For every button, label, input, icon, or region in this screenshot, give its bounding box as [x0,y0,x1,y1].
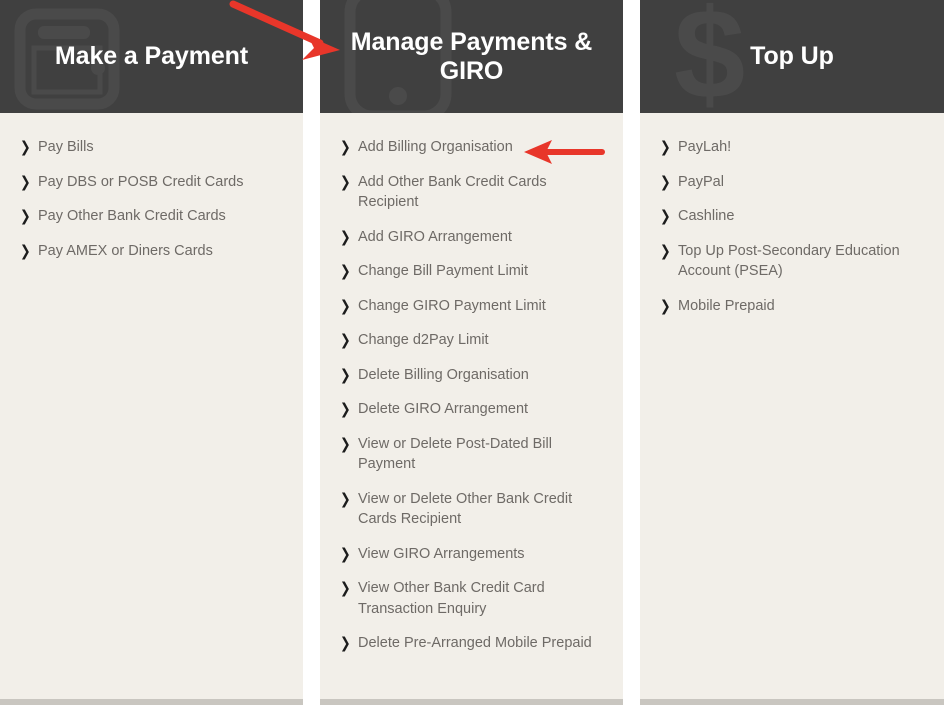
chevron-right-icon: ❯ [340,172,351,191]
list-item[interactable]: ❯ Add GIRO Arrangement [332,227,611,248]
list-item-label: Delete Pre-Arranged Mobile Prepaid [358,635,592,651]
list-item-label: Top Up Post-Secondary Education Account … [678,242,900,280]
chevron-right-icon: ❯ [660,296,671,315]
list-item[interactable]: ❯ Add Billing Organisation [332,137,611,158]
list-item-label: Cashline [678,208,735,224]
card-title: Make a Payment [54,42,249,70]
list-item-label: Add Other Bank Credit Cards Recipient [358,173,547,211]
list-item-label: View or Delete Post-Dated Bill Payment [358,435,552,473]
list-item[interactable]: ❯ Pay DBS or POSB Credit Cards [12,172,291,193]
chevron-right-icon: ❯ [340,138,351,156]
chevron-right-icon: ❯ [340,296,351,315]
list-item-label: Change GIRO Payment Limit [358,297,546,314]
list-item-label: Delete GIRO Arrangement [358,401,529,417]
card-top-up: $ Top Up ❯ PayLah! ❯ PayPal ❯ Cashline ❯… [640,0,944,705]
chevron-right-icon: ❯ [340,544,351,563]
list-item[interactable]: ❯ Pay Other Bank Credit Cards [12,206,291,227]
list-item-label: View Other Bank Credit Card Transaction … [358,580,545,617]
list-item-label: Change Bill Payment Limit [358,263,529,279]
chevron-right-icon: ❯ [340,634,351,652]
card-header-top-up: $ Top Up [640,0,944,113]
list-item-label: Pay Other Bank Credit Cards [38,208,226,224]
chevron-right-icon: ❯ [340,434,351,453]
chevron-right-icon: ❯ [340,262,351,280]
list-item[interactable]: ❯ PayPal [652,172,932,193]
card-make-a-payment: Make a Payment ❯ Pay Bills ❯ Pay DBS or … [0,0,303,705]
chevron-right-icon: ❯ [340,365,351,384]
list-item[interactable]: ❯ Mobile Prepaid [652,296,932,317]
list-item[interactable]: ❯ View or Delete Other Bank Credit Cards… [332,489,611,530]
chevron-right-icon: ❯ [660,172,671,191]
card-header-manage-payments-and-giro: Manage Payments & GIRO [320,0,623,113]
list-item-label: Pay DBS or POSB Credit Cards [38,173,244,190]
chevron-right-icon: ❯ [20,172,31,191]
list-item[interactable]: ❯ Change Bill Payment Limit [332,261,611,282]
chevron-right-icon: ❯ [20,241,31,260]
list-item-label: Add Billing Organisation [358,139,513,155]
card-title: Manage Payments & GIRO [350,27,593,85]
list-item[interactable]: ❯ Pay AMEX or Diners Cards [12,241,291,262]
card-manage-payments-and-giro: Manage Payments & GIRO ❯ Add Billing Org… [320,0,623,705]
chevron-right-icon: ❯ [340,227,351,246]
list-item[interactable]: ❯ Delete Pre-Arranged Mobile Prepaid [332,633,611,654]
list-item-label: Pay Bills [38,139,94,155]
svg-text:$: $ [674,2,745,112]
service-list-make-a-payment: ❯ Pay Bills ❯ Pay DBS or POSB Credit Car… [0,113,303,285]
chevron-right-icon: ❯ [660,207,671,225]
list-item-label: Pay AMEX or Diners Cards [38,242,213,259]
list-item-label: View GIRO Arrangements [358,545,525,562]
list-item[interactable]: ❯ Add Other Bank Credit Cards Recipient [332,172,611,213]
service-list-manage-payments-and-giro: ❯ Add Billing Organisation ❯ Add Other B… [320,113,623,678]
list-item[interactable]: ❯ Top Up Post-Secondary Education Accoun… [652,241,932,282]
list-item[interactable]: ❯ PayLah! [652,137,932,158]
chevron-right-icon: ❯ [340,331,351,349]
service-list-top-up: ❯ PayLah! ❯ PayPal ❯ Cashline ❯ Top Up P… [640,113,944,340]
list-item[interactable]: ❯ View Other Bank Credit Card Transactio… [332,578,611,619]
list-item-label: PayLah! [678,139,732,155]
list-item[interactable]: ❯ Change GIRO Payment Limit [332,296,611,317]
payment-services-board: Make a Payment ❯ Pay Bills ❯ Pay DBS or … [0,0,944,705]
chevron-right-icon: ❯ [340,579,351,597]
list-item[interactable]: ❯ View GIRO Arrangements [332,544,611,565]
chevron-right-icon: ❯ [20,207,31,225]
list-item-label: Change d2Pay Limit [358,332,489,348]
list-item[interactable]: ❯ Pay Bills [12,137,291,158]
chevron-right-icon: ❯ [20,138,31,156]
card-title: Top Up [750,42,834,70]
chevron-right-icon: ❯ [340,489,351,508]
card-header-make-a-payment: Make a Payment [0,0,303,113]
chevron-right-icon: ❯ [660,138,671,156]
list-item[interactable]: ❯ Cashline [652,206,932,227]
list-item-label: View or Delete Other Bank Credit Cards R… [358,490,573,528]
list-item-label: Add GIRO Arrangement [358,228,512,245]
list-item-label: Mobile Prepaid [678,297,775,314]
list-item[interactable]: ❯ View or Delete Post-Dated Bill Payment [332,434,611,475]
list-item-label: PayPal [678,173,724,190]
chevron-right-icon: ❯ [660,241,671,260]
list-item-label: Delete Billing Organisation [358,366,529,383]
list-item[interactable]: ❯ Delete Billing Organisation [332,365,611,386]
list-item[interactable]: ❯ Delete GIRO Arrangement [332,399,611,420]
chevron-right-icon: ❯ [340,400,351,418]
list-item[interactable]: ❯ Change d2Pay Limit [332,330,611,351]
